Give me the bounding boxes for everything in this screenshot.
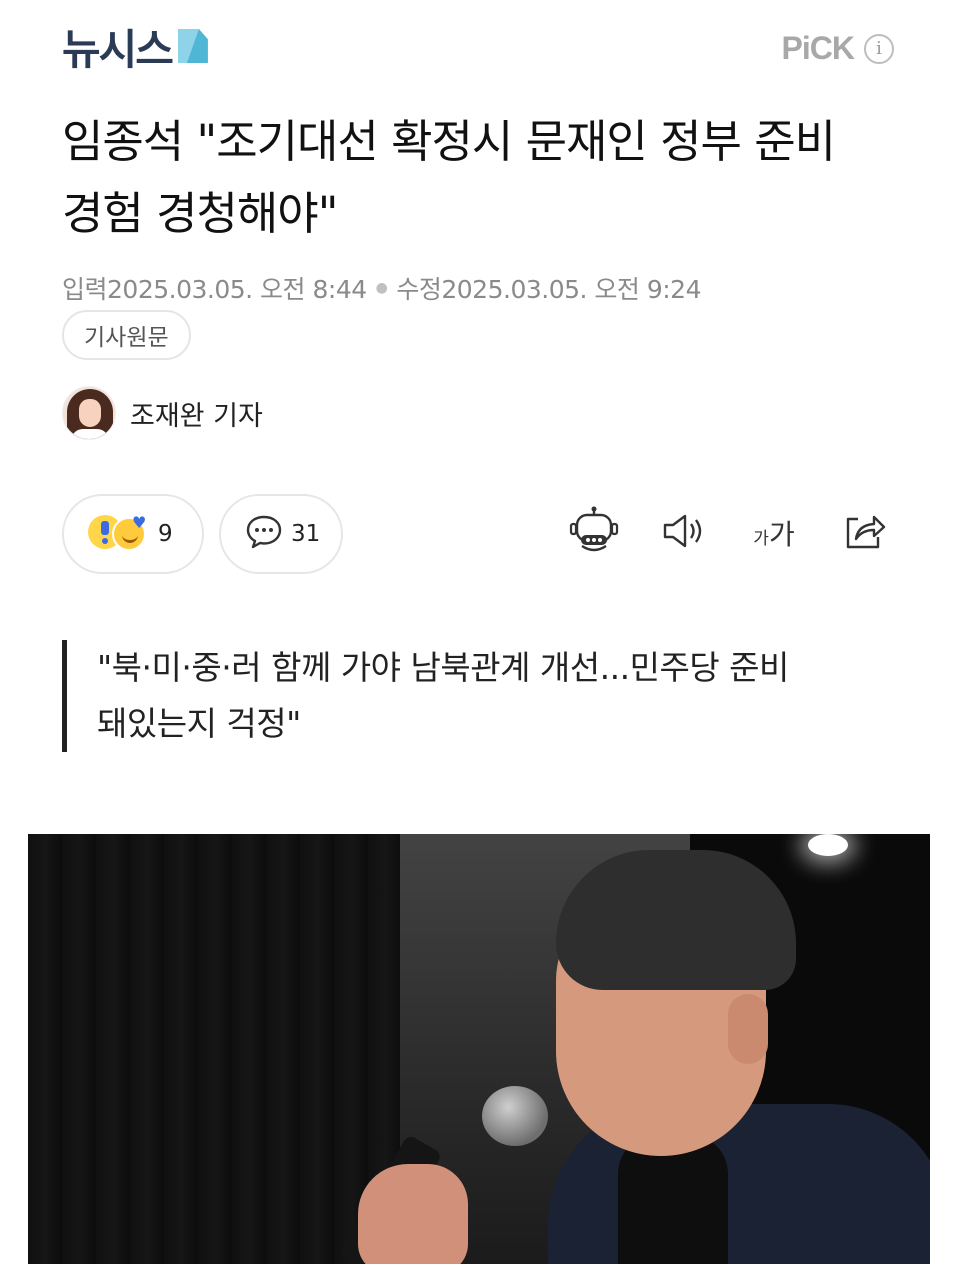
logo-mark-icon — [177, 29, 208, 63]
font-size-icon: 가가 — [753, 518, 795, 551]
robot-summary-icon — [568, 506, 620, 560]
comments-button[interactable]: 31 — [219, 494, 343, 574]
reaction-count: 9 — [158, 521, 173, 547]
input-label: 입력 — [62, 275, 108, 304]
share-button[interactable] — [836, 505, 892, 561]
pick-label: PiCK — [781, 30, 855, 66]
listen-button[interactable] — [656, 505, 712, 561]
speaker-icon — [661, 511, 707, 555]
reporter-avatar — [62, 386, 116, 440]
article-dates: 입력 2025.03.05. 오전 8:44 ● 수정 2025.03.05. … — [62, 270, 701, 306]
reporter-byline[interactable]: 조재완 기자 — [62, 386, 263, 440]
reactions-button[interactable]: ♥ 9 — [62, 494, 204, 574]
article-photo[interactable] — [28, 834, 930, 1264]
logo-text: 뉴시스 — [62, 24, 174, 74]
newsis-logo[interactable]: 뉴시스 — [62, 22, 208, 74]
modified-datetime: 2025.03.05. 오전 9:24 — [441, 275, 701, 304]
pick-badge[interactable]: PiCK i — [782, 30, 894, 67]
article-headline: 임종석 "조기대선 확정시 문재인 정부 준비 경험 경청해야" — [62, 115, 836, 240]
comment-icon — [245, 514, 283, 554]
info-icon[interactable]: i — [864, 33, 894, 64]
share-icon — [842, 511, 886, 555]
modified-label: 수정 — [396, 275, 442, 304]
top-bar: 뉴시스 PiCK i — [0, 0, 960, 90]
article-tools: 가가 — [532, 505, 892, 561]
comment-count: 31 — [291, 521, 321, 547]
article-subtitle: "북·미·중·러 함께 가야 남북관계 개선...민주당 준비 돼있는지 걱정" — [62, 640, 902, 752]
separator-dot: ● — [375, 280, 388, 296]
reporter-name: 조재완 기자 — [130, 400, 263, 432]
input-datetime: 2025.03.05. 오전 8:44 — [107, 275, 367, 304]
original-article-button[interactable]: 기사원문 — [62, 310, 191, 360]
font-size-button[interactable]: 가가 — [746, 505, 802, 561]
summary-bot-button[interactable] — [566, 505, 622, 561]
reaction-emoji-icon: ♥ — [88, 513, 150, 555]
